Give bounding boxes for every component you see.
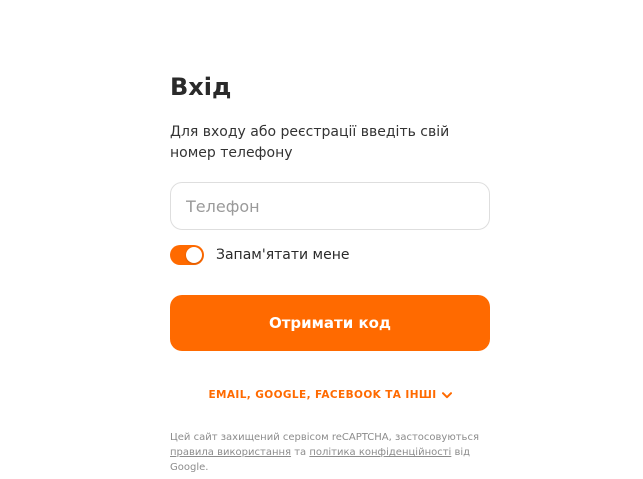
alt-login-methods-label: EMAIL, GOOGLE, FACEBOOK ТА ІНШІ (208, 389, 437, 401)
alt-login-methods-toggle[interactable]: EMAIL, GOOGLE, FACEBOOK ТА ІНШІ (170, 386, 490, 404)
recaptcha-text-prefix: Цей сайт захищений сервісом reCAPTCHA, з… (170, 432, 479, 443)
get-code-button[interactable]: Отримати код (170, 295, 490, 351)
login-instructions: Для входу або реєстрації введіть свій но… (170, 124, 450, 161)
recaptcha-text-and: та (291, 447, 310, 458)
phone-input[interactable] (170, 182, 490, 230)
terms-of-use-link[interactable]: правила використання (170, 447, 291, 458)
remember-me-toggle[interactable] (170, 245, 204, 265)
page-title: Вхід (170, 73, 232, 101)
remember-me-row: Запам'ятати мене (170, 244, 350, 266)
remember-me-label: Запам'ятати мене (216, 247, 350, 263)
toggle-knob (186, 247, 202, 263)
recaptcha-notice: Цей сайт захищений сервісом reCAPTCHA, з… (170, 430, 490, 475)
chevron-down-icon (441, 391, 452, 399)
privacy-policy-link[interactable]: політика конфіденційності (309, 447, 451, 458)
